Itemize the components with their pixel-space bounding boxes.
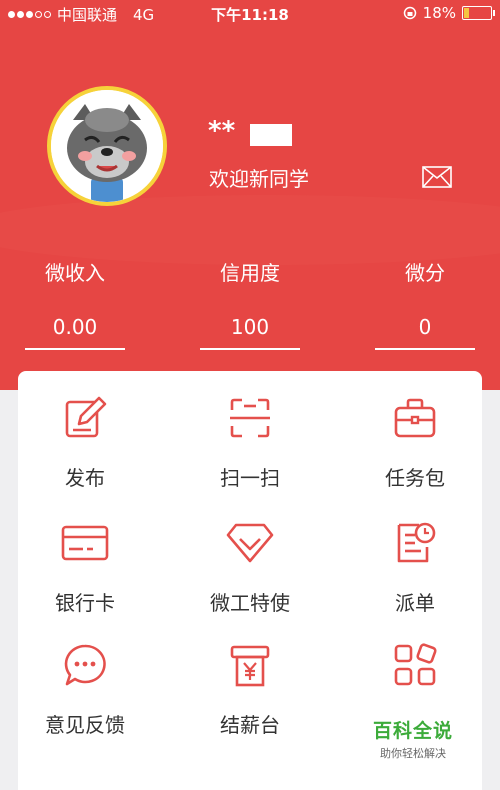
menu-item-ambassador[interactable]: 微工特使 [173, 521, 327, 616]
edit-icon [65, 396, 107, 438]
menu-item-label: 任务包 [385, 466, 445, 490]
username: ** [208, 116, 236, 146]
status-bar: 中国联通 4G 下午11:18 18% [0, 0, 500, 28]
menu-item-label: 发布 [65, 466, 105, 490]
stat-label: 信用度 [220, 261, 280, 285]
menu-item-feedback[interactable]: 意见反馈 [8, 643, 162, 738]
briefcase-icon [394, 398, 436, 438]
scan-icon [230, 398, 270, 438]
stat-label: 微分 [405, 261, 445, 285]
diamond-icon [226, 523, 274, 563]
menu-item-dispatch[interactable]: 派单 [338, 521, 492, 616]
stat-underline [25, 348, 125, 350]
menu-item-label: 意见反馈 [45, 713, 125, 737]
menu-item-label: 派单 [395, 591, 435, 615]
watermark: 百科全说 助你轻松解决 [358, 716, 468, 761]
stat-label: 微收入 [45, 261, 105, 285]
stat-value: 0 [418, 315, 432, 339]
menu-item-label: 扫一扫 [220, 466, 280, 490]
header-wave-decoration [0, 195, 500, 265]
menu-item-salary[interactable]: 结薪台 [173, 643, 327, 738]
username-redaction [250, 124, 292, 146]
menu-item-more[interactable] [338, 643, 492, 687]
stat-income[interactable]: 微收入 0.00 [25, 258, 125, 350]
menu-item-label: 结薪台 [220, 713, 280, 737]
battery-icon [462, 6, 495, 20]
avatar[interactable] [47, 86, 167, 206]
menu-item-bank-card[interactable]: 银行卡 [8, 521, 162, 616]
welcome-text: 欢迎新同学 [209, 167, 309, 191]
profile-header: 中国联通 4G 下午11:18 18% ** 欢迎新同学 微收入 0.00 信用… [0, 0, 500, 390]
watermark-subtitle: 助你轻松解决 [380, 747, 446, 760]
stat-underline [200, 348, 300, 350]
dispatch-order-icon [397, 522, 436, 563]
watermark-title: 百科全说 [372, 720, 453, 742]
bank-card-icon [61, 525, 109, 561]
salary-icon [230, 645, 270, 687]
menu-item-task-package[interactable]: 任务包 [338, 396, 492, 491]
wolf-avatar-icon [51, 90, 163, 202]
stat-underline [375, 348, 475, 350]
menu-item-label: 微工特使 [210, 591, 290, 615]
stat-value: 100 [230, 315, 270, 339]
stat-credit[interactable]: 信用度 100 [200, 258, 300, 350]
menu-item-scan[interactable]: 扫一扫 [173, 396, 327, 491]
stat-points[interactable]: 微分 0 [375, 258, 475, 350]
stat-value: 0.00 [52, 315, 98, 339]
chat-bubble-icon [64, 644, 106, 686]
menu-item-publish[interactable]: 发布 [8, 396, 162, 491]
rotation-lock-icon [403, 6, 416, 20]
battery-percent: 18% [422, 4, 456, 22]
apps-grid-icon [394, 643, 437, 686]
menu-item-label: 银行卡 [55, 591, 115, 615]
battery-fill [464, 8, 469, 18]
mail-icon[interactable] [422, 166, 452, 188]
